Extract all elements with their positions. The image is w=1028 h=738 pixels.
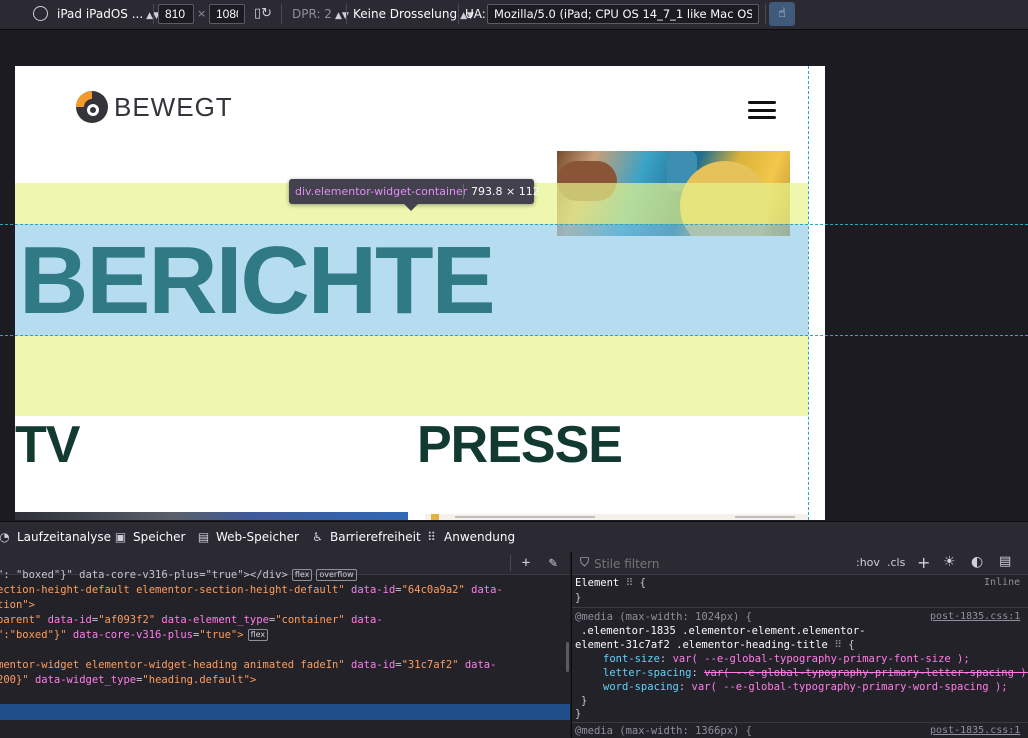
brace: } bbox=[581, 695, 588, 707]
tab-performance[interactable]: ◔ Laufzeitanalyse bbox=[0, 529, 111, 545]
add-rule-icon[interactable]: + bbox=[917, 553, 930, 572]
element-rule-selector: Element bbox=[575, 577, 620, 589]
filter-styles-input[interactable] bbox=[592, 554, 846, 574]
markup-line[interactable]: parent" data-id="af093f2" data-element_t… bbox=[0, 613, 383, 628]
tv-thumbnail[interactable] bbox=[15, 512, 408, 520]
site-logo[interactable]: BEWEGT bbox=[75, 90, 233, 124]
performance-icon: ◔ bbox=[0, 529, 10, 544]
width-input[interactable] bbox=[158, 4, 194, 24]
highlighter-infobar: div.elementor-widget-container 793.8 × 1… bbox=[289, 179, 540, 211]
viewport-stage: BEWEGT BERICHTE TV PRESSE div.elementor-… bbox=[0, 30, 1028, 520]
print-media-icon[interactable]: ▤ bbox=[999, 554, 1011, 569]
guide-horizontal-top bbox=[0, 224, 1028, 225]
guide-vertical bbox=[808, 66, 809, 520]
dimension-times: × bbox=[197, 7, 207, 20]
declaration[interactable]: word-spacing: var( --e-global-typography… bbox=[603, 680, 1008, 694]
markup-line[interactable]: tion"> bbox=[0, 598, 35, 613]
markup-line[interactable]: ection-height-default elementor-section-… bbox=[0, 583, 503, 598]
touch-simulation-icon[interactable]: ☝ bbox=[769, 2, 795, 26]
grid-icon: ⠿ bbox=[625, 577, 634, 589]
presse-thumbnail[interactable] bbox=[425, 514, 808, 520]
rule-selector: element-31c7af2 .elementor-heading-title bbox=[575, 639, 828, 651]
guide-horizontal-bottom bbox=[0, 335, 1028, 336]
declaration[interactable]: font-size: var( --e-global-typography-pr… bbox=[603, 652, 970, 666]
device-icon bbox=[33, 6, 48, 21]
inline-source: Inline bbox=[984, 577, 1021, 588]
markup-scrollbar[interactable] bbox=[566, 642, 569, 672]
media-query: @media (max-width: 1024px) { bbox=[575, 611, 753, 623]
markup-line[interactable]: ": "boxed"}" data-core-v316-plus="true">… bbox=[0, 568, 357, 583]
rotate-icon[interactable]: ▯↻ bbox=[254, 4, 272, 24]
declaration[interactable]: letter-spacing: var( --e-global-typograp… bbox=[603, 666, 1028, 680]
page-viewport: BEWEGT BERICHTE TV PRESSE bbox=[15, 66, 825, 520]
markup-line[interactable]: 200}" data-widget_type="heading.default"… bbox=[0, 673, 256, 688]
section-title-tv: TV bbox=[15, 416, 80, 474]
memory-icon: ▣ bbox=[114, 529, 127, 544]
rule-selector: .elementor-1835 .elementor-element.eleme… bbox=[581, 625, 866, 637]
user-agent-input[interactable] bbox=[487, 4, 759, 24]
devtools-tabbar: ◔ Laufzeitanalyse ▣ Speicher ▤ Web-Speicher… bbox=[0, 521, 1028, 553]
tab-memory[interactable]: ▣ Speicher bbox=[114, 529, 186, 545]
brace: } bbox=[575, 592, 582, 604]
logo-text: BEWEGT bbox=[114, 91, 233, 122]
tab-accessibility[interactable]: ♿ Barrierefreiheit bbox=[311, 529, 421, 545]
brace: { bbox=[639, 577, 646, 589]
rules-panel: ⛉ :hov .cls + ☀ ◐ ▤ Element ⠿ { Inline }… bbox=[571, 552, 1028, 738]
hamburger-menu-icon[interactable] bbox=[748, 101, 776, 119]
stylesheet-link[interactable]: post-1835.css:1 bbox=[930, 610, 1020, 624]
application-icon: ⠿ bbox=[427, 529, 436, 544]
device-select[interactable]: iPad iPadOS ...▲▼ bbox=[57, 4, 160, 24]
media-query: @media (max-width: 1366px) { bbox=[575, 725, 753, 737]
markup-panel: + ✎ ": "boxed"}" data-core-v316-plus="tr… bbox=[0, 552, 570, 738]
height-input[interactable] bbox=[209, 4, 245, 24]
brace: } bbox=[575, 708, 582, 720]
tab-application[interactable]: ⠿ Anwendung bbox=[425, 529, 515, 545]
cls-toggle[interactable]: .cls bbox=[887, 556, 905, 569]
stylesheet-link[interactable]: post-1835.css:1 bbox=[930, 724, 1020, 738]
throttle-select[interactable]: Keine Drosselung ▲▼ bbox=[353, 4, 474, 24]
logo-mark-icon bbox=[76, 91, 108, 123]
ua-label: UA: bbox=[465, 7, 486, 21]
grid-icon: ⠿ bbox=[834, 639, 842, 651]
infobar-selector: div.elementor-widget-container bbox=[295, 185, 468, 198]
section-title-presse: PRESSE bbox=[417, 416, 623, 474]
filter-icon: ⛉ bbox=[580, 555, 590, 569]
markup-line[interactable]: mentor-widget elementor-widget-heading a… bbox=[0, 658, 496, 673]
rules-toolbar: ⛉ :hov .cls + ☀ ◐ ▤ bbox=[572, 552, 1028, 575]
eyedropper-icon[interactable]: ✎ bbox=[544, 554, 562, 572]
responsive-toolbar: iPad iPadOS ...▲▼ × ▯↻ DPR: 2▲▼ Keine Dr… bbox=[0, 0, 1028, 30]
page-heading: BERICHTE bbox=[19, 227, 496, 334]
highlight-margin-bottom bbox=[15, 336, 808, 416]
infobar-dimensions: 793.8 × 112 bbox=[471, 185, 540, 198]
add-node-icon[interactable]: + bbox=[517, 554, 535, 572]
accessibility-icon: ♿ bbox=[312, 529, 323, 544]
selected-node-row[interactable] bbox=[0, 704, 570, 720]
dpr-select[interactable]: DPR: 2 ▲▼ bbox=[292, 4, 349, 24]
markup-line[interactable]: ":"boxed"}" data-core-v316-plus="true"> f… bbox=[0, 628, 269, 643]
hov-toggle[interactable]: :hov bbox=[856, 556, 880, 569]
contrast-icon[interactable]: ◐ bbox=[971, 554, 983, 570]
storage-icon: ▤ bbox=[197, 529, 210, 544]
tab-storage[interactable]: ▤ Web-Speicher bbox=[197, 529, 299, 545]
light-theme-icon[interactable]: ☀ bbox=[943, 554, 956, 570]
